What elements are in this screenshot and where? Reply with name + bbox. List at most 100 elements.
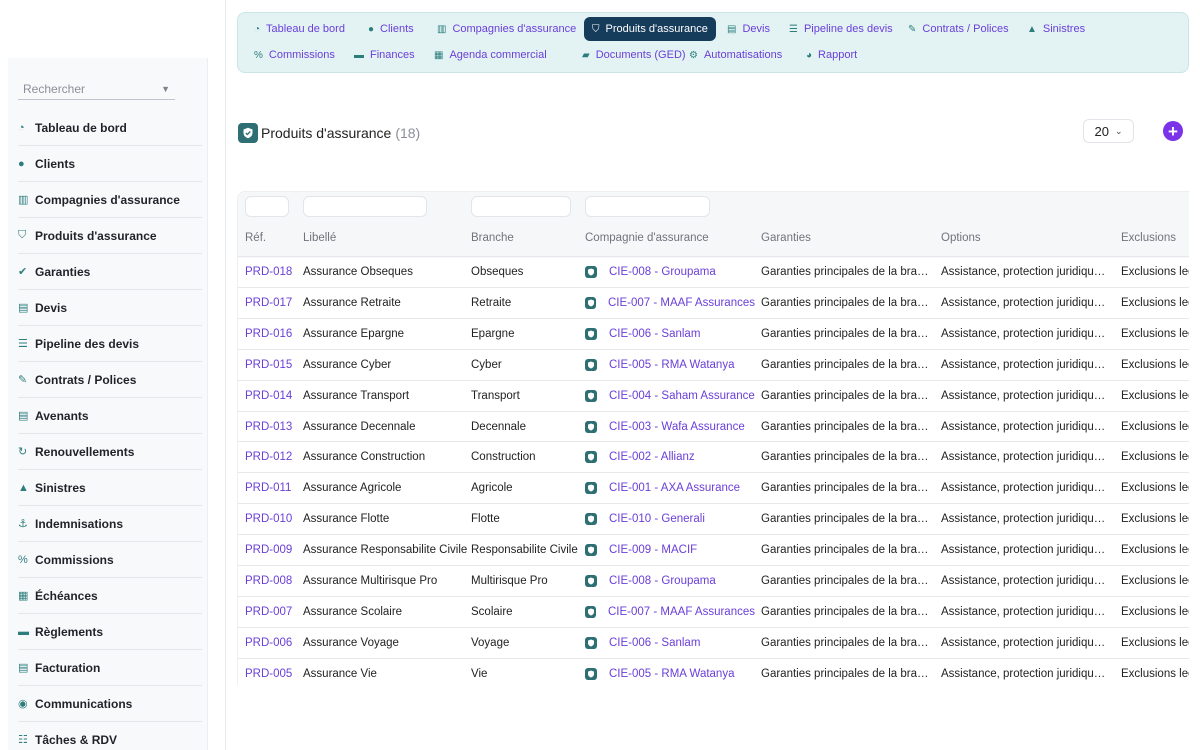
filter-compagnie-input[interactable] (585, 196, 710, 217)
sidebar-item-clients[interactable]: ● Clients (18, 146, 202, 182)
company-link[interactable]: CIE-006 - Sanlam (585, 319, 755, 349)
company-link[interactable]: CIE-008 - Groupama (585, 566, 755, 596)
product-ref-link[interactable]: PRD-015 (245, 350, 300, 380)
cell-libelle: Assurance Decennale (303, 420, 416, 433)
shield-check-icon (585, 451, 597, 464)
company-link[interactable]: CIE-005 - RMA Watanya (585, 350, 755, 380)
column-header[interactable]: Compagnie d'assurance (585, 232, 709, 244)
tab-contrats-polices[interactable]: ✎ Contrats / Polices (900, 17, 1017, 41)
filter-libelle-input[interactable] (303, 196, 427, 217)
sidebar-item-facturation[interactable]: ▤ Facturation (18, 650, 202, 686)
column-header[interactable]: Branche (471, 232, 514, 244)
product-ref-link[interactable]: PRD-010 (245, 504, 300, 534)
table-row[interactable]: PRD-013 Assurance Decennale Decennale CIE-0… (238, 410, 1189, 442)
product-ref-link[interactable]: PRD-009 (245, 535, 300, 565)
column-header[interactable]: Options (941, 232, 981, 244)
cell-libelle: Assurance Agricole (303, 482, 402, 495)
sidebar-item-echeances[interactable]: ▦ Échéances (18, 578, 202, 614)
table-row[interactable]: PRD-007 Assurance Scolaire Scolaire CIE-007… (238, 595, 1189, 627)
product-ref-link[interactable]: PRD-013 (245, 412, 300, 442)
product-ref-link[interactable]: PRD-014 (245, 381, 300, 411)
sidebar-item-tableau-de-bord[interactable]: ◔ Tableau de bord (18, 110, 202, 146)
product-ref-link[interactable]: PRD-018 (245, 257, 300, 287)
sidebar-item-label: Clients (35, 156, 76, 171)
column-header[interactable]: Réf. (245, 232, 266, 244)
cell-options: Assistance, protection juridique,… (941, 296, 1109, 309)
table-row[interactable]: PRD-008 Assurance Multirisque Pro Multiris… (238, 565, 1189, 596)
company-link[interactable]: CIE-005 - RMA Watanya (585, 659, 755, 685)
sidebar-item-devis[interactable]: ▤ Devis (18, 290, 202, 326)
tab-clients[interactable]: ● Clients (360, 17, 422, 41)
column-header[interactable]: Garanties (761, 232, 811, 244)
sidebar-item-renouvellements[interactable]: ↻ Renouvellements (18, 434, 202, 470)
tab-devis[interactable]: ▤ Devis (719, 17, 778, 41)
tab-finances[interactable]: ▬ Finances (346, 43, 423, 67)
tab-produits-d-assurance[interactable]: ⛉ Produits d'assurance (584, 17, 716, 41)
sidebar-item-contrats-polices[interactable]: ✎ Contrats / Polices (18, 362, 202, 398)
company-link[interactable]: CIE-007 - MAAF Assurances (585, 597, 755, 627)
page-size-select[interactable]: 20 ⌄ (1083, 119, 1134, 143)
table-row[interactable]: PRD-014 Assurance Transport Transport CIE-0… (238, 379, 1189, 411)
product-ref-link[interactable]: PRD-008 (245, 566, 300, 596)
product-ref-link[interactable]: PRD-007 (245, 597, 300, 627)
cell-branche: Transport (471, 389, 520, 402)
sidebar-item-label: Garanties (35, 264, 91, 279)
company-link[interactable]: CIE-010 - Generali (585, 504, 755, 534)
sidebar-item-garanties[interactable]: ✔ Garanties (18, 254, 202, 290)
table-row[interactable]: PRD-005 Assurance Vie Vie CIE-005 - RMA Wat… (238, 657, 1189, 685)
product-ref-link[interactable]: PRD-006 (245, 628, 300, 658)
column-header[interactable]: Libellé (303, 232, 336, 244)
company-link[interactable]: CIE-007 - MAAF Assurances (585, 288, 755, 318)
tab-compagnies-d-assurance[interactable]: ▥ Compagnies d'assurance (429, 17, 584, 41)
company-link[interactable]: CIE-004 - Saham Assurance (585, 381, 755, 411)
sidebar-item-taches-rdv[interactable]: ☷ Tâches & RDV (18, 722, 202, 750)
sidebar-item-indemnisations[interactable]: ⚓ Indemnisations (18, 506, 202, 542)
table-row[interactable]: PRD-015 Assurance Cyber Cyber CIE-005 - RMA… (238, 348, 1189, 380)
tab-sinistres[interactable]: ▲ Sinistres (1019, 17, 1093, 41)
add-product-button[interactable]: + (1163, 121, 1183, 141)
tab-agenda-commercial[interactable]: ▦ Agenda commercial (426, 43, 555, 67)
table-row[interactable]: PRD-009 Assurance Responsabilite Civile Re… (238, 534, 1189, 565)
tab-rapport[interactable]: ◕ Rapport (798, 43, 865, 67)
company-link[interactable]: CIE-006 - Sanlam (585, 628, 755, 658)
tab-label: Produits d'assurance (605, 23, 708, 35)
product-ref-link[interactable]: PRD-005 (245, 659, 300, 685)
sidebar-item-produits-d-assurance[interactable]: ⛉ Produits d'assurance (18, 218, 202, 254)
tab-automatisations[interactable]: ⚙ Automatisations (681, 43, 790, 67)
company-link[interactable]: CIE-009 - MACIF (585, 535, 755, 565)
sidebar-item-commissions[interactable]: % Commissions (18, 542, 202, 578)
company-link[interactable]: CIE-003 - Wafa Assurance (585, 412, 755, 442)
product-ref-link[interactable]: PRD-016 (245, 319, 300, 349)
table-row[interactable]: PRD-011 Assurance Agricole Agricole CIE-001… (238, 472, 1189, 503)
document-icon: ▤ (18, 302, 29, 314)
company-link[interactable]: CIE-001 - AXA Assurance (585, 473, 755, 503)
filter-ref-input[interactable] (245, 196, 289, 217)
sidebar-item-sinistres[interactable]: ▲ Sinistres (18, 470, 202, 506)
tab-documents-ged[interactable]: ▰ Documents (GED) (574, 43, 694, 67)
table-row[interactable]: PRD-012 Assurance Construction Constructio… (238, 441, 1189, 472)
cell-exclusions: Exclusions leg (1121, 358, 1189, 371)
sidebar-item-reglements[interactable]: ▬ Règlements (18, 614, 202, 650)
column-header[interactable]: Exclusions (1121, 232, 1176, 244)
product-ref-link[interactable]: PRD-012 (245, 442, 300, 472)
table-row[interactable]: PRD-010 Assurance Flotte Flotte CIE-010 - G… (238, 503, 1189, 534)
table-row[interactable]: PRD-016 Assurance Epargne Epargne CIE-006 -… (238, 317, 1189, 349)
sidebar-item-communications[interactable]: ◉ Communications (18, 686, 202, 722)
filter-branche-input[interactable] (471, 196, 571, 217)
company-link[interactable]: CIE-008 - Groupama (585, 257, 755, 287)
table-row[interactable]: PRD-017 Assurance Retraite Retraite CIE-007… (238, 286, 1189, 318)
sidebar-item-compagnies-d-assurance[interactable]: ▥ Compagnies d'assurance (18, 182, 202, 218)
tab-commissions[interactable]: % Commissions (246, 43, 343, 67)
table-row[interactable]: PRD-006 Assurance Voyage Voyage CIE-006 - S… (238, 626, 1189, 658)
product-ref-link[interactable]: PRD-017 (245, 288, 300, 318)
table-row[interactable]: PRD-018 Assurance Obseques Obseques CIE-008… (238, 256, 1189, 287)
shield-check-icon (585, 482, 597, 495)
tab-pipeline-des-devis[interactable]: ☰ Pipeline des devis (781, 17, 901, 41)
search-select[interactable]: Rechercher ▼ (18, 78, 175, 100)
company-link[interactable]: CIE-002 - Allianz (585, 442, 755, 472)
product-ref-link[interactable]: PRD-011 (245, 473, 300, 503)
sidebar-item-pipeline-des-devis[interactable]: ☰ Pipeline des devis (18, 326, 202, 362)
sidebar-item-avenants[interactable]: ▤ Avenants (18, 398, 202, 434)
tab-tableau-de-bord[interactable]: ◔ Tableau de bord (246, 17, 353, 41)
cell-options: Assistance, protection juridique,… (941, 389, 1109, 402)
